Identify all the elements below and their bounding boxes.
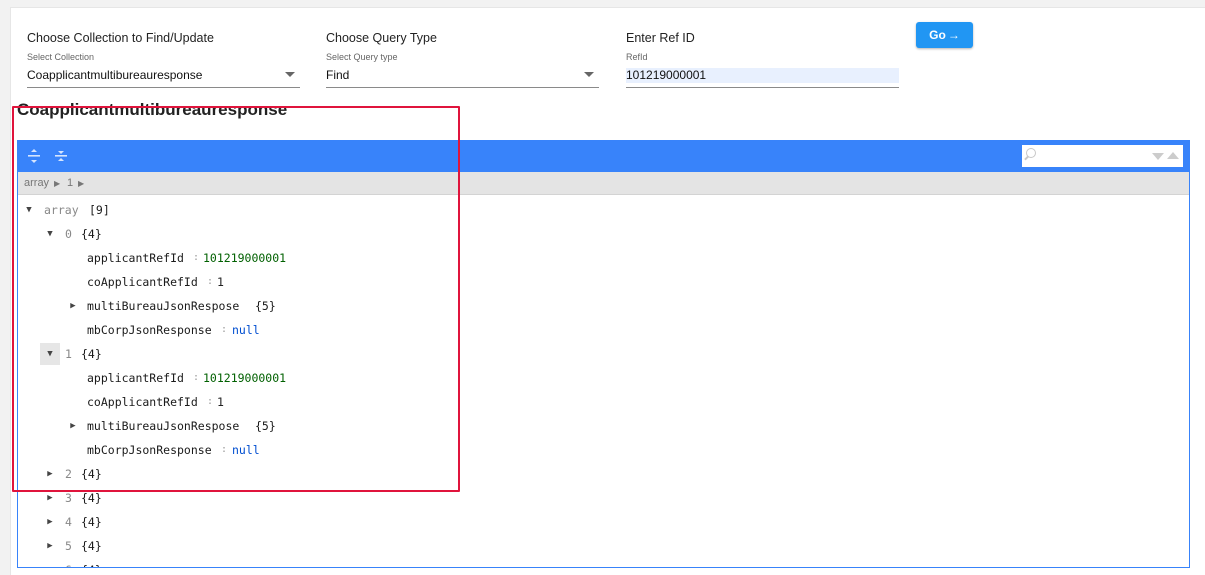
- tree-item-count: {4}: [81, 558, 102, 567]
- field-key: applicantRefId: [87, 251, 184, 265]
- expand-triangle-icon[interactable]: ▶: [40, 559, 60, 567]
- expand-triangle-icon[interactable]: ▶: [40, 535, 60, 557]
- expand-triangle-icon[interactable]: ▶: [40, 463, 60, 485]
- collapse-triangle-icon[interactable]: ▼: [40, 223, 60, 245]
- tree-item-row[interactable]: ▶ 6 {4}: [18, 558, 1189, 567]
- tree-item-index: 2: [65, 467, 72, 481]
- tree-item-count: {4}: [81, 467, 102, 481]
- query-type-heading: Choose Query Type: [326, 31, 437, 45]
- collapse-triangle-icon[interactable]: ▼: [19, 199, 39, 221]
- expand-triangle-icon[interactable]: ▶: [63, 415, 83, 437]
- tree-item-index: 5: [65, 539, 72, 553]
- expand-triangle-icon[interactable]: ▶: [63, 295, 83, 317]
- query-type-sublabel: Select Query type: [326, 52, 398, 62]
- collapse-triangle-icon[interactable]: ▼: [40, 343, 60, 365]
- query-type-dropdown-icon[interactable]: [584, 72, 594, 77]
- json-viewer: array ▶ 1 ▶ ▼ array [9] ▼ 0 {4} applican…: [17, 140, 1190, 568]
- expand-all-icon[interactable]: [26, 148, 42, 164]
- field-separator: :: [221, 324, 228, 335]
- tree-field-row[interactable]: coApplicantRefId : 1: [18, 390, 1189, 414]
- json-search-input[interactable]: [1022, 145, 1183, 167]
- tree-field-row[interactable]: applicantRefId : 101219000001: [18, 246, 1189, 270]
- collection-select[interactable]: Coapplicantmultibureauresponse: [27, 68, 202, 82]
- field-value[interactable]: 1: [217, 390, 224, 414]
- field-count: {5}: [255, 299, 276, 313]
- go-button[interactable]: Go →: [916, 22, 973, 48]
- tree-field-row[interactable]: applicantRefId : 101219000001: [18, 366, 1189, 390]
- breadcrumb-separator-icon[interactable]: ▶: [54, 179, 60, 188]
- tree-item-count: {4}: [81, 539, 102, 553]
- tree-item-row[interactable]: ▶ 2 {4}: [18, 462, 1189, 486]
- search-icon-handle: [1024, 155, 1029, 161]
- tree-item-index: 4: [65, 515, 72, 529]
- search-next-icon[interactable]: [1152, 153, 1164, 160]
- breadcrumb-index[interactable]: 1: [67, 177, 73, 189]
- tree-item-row[interactable]: ▶ 3 {4}: [18, 486, 1189, 510]
- tree-field-row[interactable]: ▶ multiBureauJsonRespose {5}: [18, 414, 1189, 438]
- search-previous-icon[interactable]: [1167, 152, 1179, 159]
- field-separator: :: [221, 444, 228, 455]
- arrow-right-icon: →: [947, 28, 960, 42]
- field-key: multiBureauJsonRespose: [87, 299, 240, 313]
- query-type-underline: [326, 87, 599, 88]
- query-type-select[interactable]: Find: [326, 68, 349, 82]
- field-value[interactable]: null: [232, 438, 260, 462]
- field-value[interactable]: 101219000001: [203, 246, 286, 270]
- breadcrumb-separator-icon[interactable]: ▶: [78, 179, 84, 188]
- tree-item-index: 6: [65, 558, 72, 567]
- field-separator: :: [207, 396, 214, 407]
- tree-item-count: {4}: [81, 347, 102, 361]
- field-value[interactable]: 1: [217, 270, 224, 294]
- field-key: mbCorpJsonResponse: [87, 323, 212, 337]
- field-key: coApplicantRefId: [87, 395, 198, 409]
- collection-sublabel: Select Collection: [27, 52, 95, 62]
- ref-id-input[interactable]: 101219000001: [626, 68, 706, 82]
- tree-root-count: [9]: [89, 203, 110, 217]
- breadcrumb-root[interactable]: array: [24, 177, 49, 189]
- tree-item-row[interactable]: ▼ 1 {4}: [18, 342, 1189, 366]
- collection-dropdown-icon[interactable]: [285, 72, 295, 77]
- collapse-all-icon[interactable]: [53, 148, 69, 164]
- tree-item-index: 1: [65, 347, 72, 361]
- tree-item-count: {4}: [81, 227, 102, 241]
- field-value[interactable]: null: [232, 318, 260, 342]
- field-key: multiBureauJsonRespose: [87, 419, 240, 433]
- tree-field-row[interactable]: mbCorpJsonResponse : null: [18, 318, 1189, 342]
- field-key: coApplicantRefId: [87, 275, 198, 289]
- collection-heading: Choose Collection to Find/Update: [27, 31, 214, 45]
- field-key: applicantRefId: [87, 371, 184, 385]
- tree-item-index: 3: [65, 491, 72, 505]
- json-viewer-menu: [18, 140, 1189, 172]
- tree-field-row[interactable]: coApplicantRefId : 1: [18, 270, 1189, 294]
- collection-underline: [27, 87, 300, 88]
- tree-item-row[interactable]: ▶ 5 {4}: [18, 534, 1189, 558]
- tree-field-row[interactable]: mbCorpJsonResponse : null: [18, 438, 1189, 462]
- tree-item-row[interactable]: ▶ 4 {4}: [18, 510, 1189, 534]
- ref-id-heading: Enter Ref ID: [626, 31, 695, 45]
- tree-field-row[interactable]: ▶ multiBureauJsonRespose {5}: [18, 294, 1189, 318]
- expand-triangle-icon[interactable]: ▶: [40, 487, 60, 509]
- expand-triangle-icon[interactable]: ▶: [40, 511, 60, 533]
- collection-title: Coapplicantmultibureauresponse: [17, 100, 288, 119]
- field-separator: :: [193, 252, 200, 263]
- go-button-label: Go: [929, 28, 946, 42]
- tree-root-row[interactable]: ▼ array [9]: [18, 198, 1189, 222]
- tree-item-row[interactable]: ▼ 0 {4}: [18, 222, 1189, 246]
- field-separator: :: [207, 276, 214, 287]
- tree-item-index: 0: [65, 227, 72, 241]
- field-value[interactable]: 101219000001: [203, 366, 286, 390]
- tree-item-count: {4}: [81, 515, 102, 529]
- ref-id-sublabel: RefId: [626, 52, 648, 62]
- field-count: {5}: [255, 419, 276, 433]
- tree-item-count: {4}: [81, 491, 102, 505]
- json-navigation-bar: array ▶ 1 ▶: [18, 172, 1189, 195]
- field-separator: :: [193, 372, 200, 383]
- field-key: mbCorpJsonResponse: [87, 443, 212, 457]
- tree-root-label: array: [44, 203, 79, 217]
- ref-id-underline: [626, 87, 899, 88]
